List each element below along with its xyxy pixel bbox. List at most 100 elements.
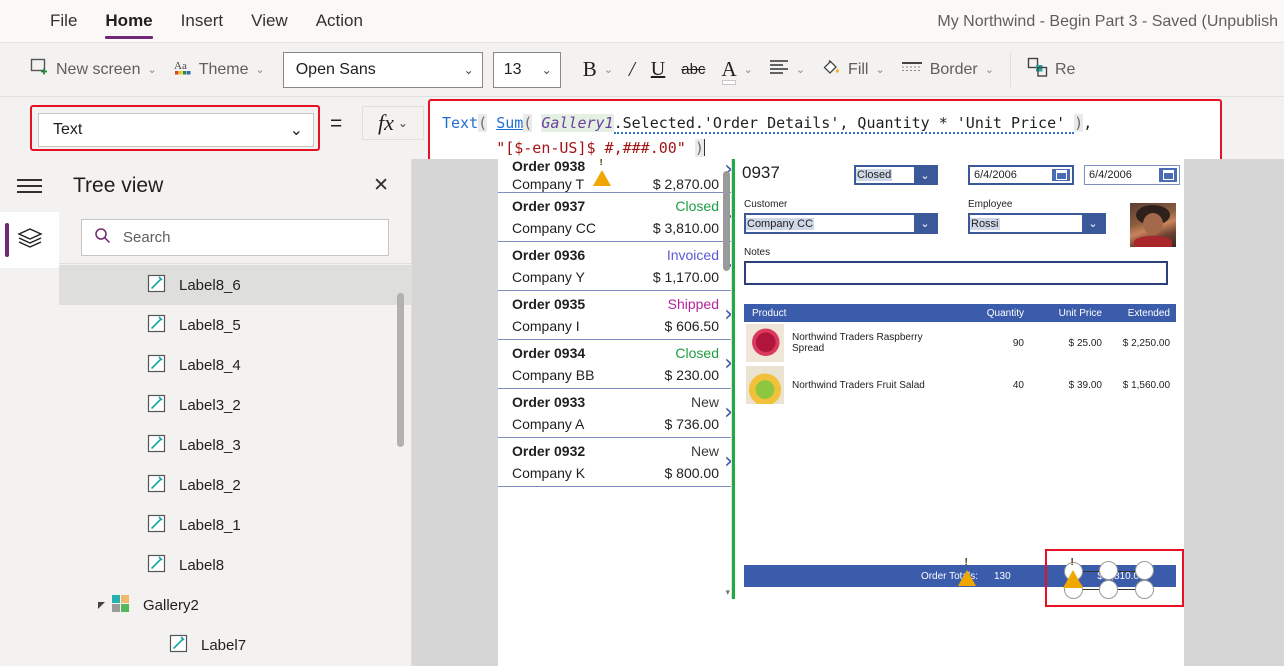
tree-view-scrollbar[interactable] <box>397 293 404 447</box>
layers-icon <box>16 227 43 254</box>
tree-node-label8_5[interactable]: Label8_5 <box>59 305 411 345</box>
tree-node-label7[interactable]: Label7 <box>59 625 411 665</box>
order-number: Order 0937 <box>512 198 586 214</box>
fill-button[interactable]: Fill ⌄ <box>813 52 893 88</box>
resize-handle-bottom-center[interactable] <box>1099 580 1118 599</box>
notes-input[interactable] <box>744 261 1168 285</box>
tree-node-label8_2[interactable]: Label8_2 <box>59 465 411 505</box>
font-size-select[interactable]: 13 ⌄ <box>492 51 561 88</box>
gallery-item[interactable]: Order 0938 Company T $ 2,870.00 › <box>498 159 731 193</box>
tree-node-label8_3[interactable]: Label8_3 <box>59 425 411 465</box>
formula-line-1: Text( Sum( Gallery1.Selected.'Order Deta… <box>442 111 1218 136</box>
order-details-table: Product Quantity Unit Price Extended Nor… <box>744 304 1176 406</box>
chevron-down-icon: ⌄ <box>463 62 474 77</box>
product-thumbnail-icon <box>746 324 784 362</box>
tree-node-label: Label3_2 <box>179 396 241 414</box>
chevron-down-icon[interactable]: ⌄ <box>147 63 156 76</box>
order-number: Order 0933 <box>512 394 586 410</box>
gallery-item[interactable]: Order 0933 New Company A $ 736.00 › <box>498 389 731 438</box>
gallery-item[interactable]: Order 0934 Closed Company BB $ 230.00 › <box>498 340 731 389</box>
hamburger-menu-button[interactable] <box>0 159 59 212</box>
required-date-field[interactable]: 6/4/2006 <box>1084 165 1180 185</box>
strikethrough-button[interactable]: abc <box>673 52 713 88</box>
tree-node-label3_2[interactable]: Label3_2 <box>59 385 411 425</box>
gallery-item-row-bottom: Company I $ 606.50 <box>512 315 719 337</box>
label-icon <box>147 274 166 297</box>
tree-node-label8_4[interactable]: Label8_4 <box>59 345 411 385</box>
formula-token-sum: Sum <box>496 114 524 132</box>
tree-node-label8[interactable]: Label8 <box>59 545 411 585</box>
search-input[interactable]: Search <box>81 219 389 256</box>
employee-dropdown[interactable]: Rossi ⌄ <box>968 213 1106 234</box>
menu-item-insert[interactable]: Insert <box>167 0 238 43</box>
order-amount: $ 3,810.00 <box>652 220 719 236</box>
quantity-cell: 90 <box>1012 337 1024 349</box>
theme-button[interactable]: Aa Theme ⌄ <box>165 52 273 88</box>
chevron-down-icon[interactable]: ⌄ <box>604 63 613 76</box>
chevron-down-icon[interactable]: ⌄ <box>744 63 753 76</box>
gallery-item[interactable]: Order 0936 Invoiced Company Y $ 1,170.00… <box>498 242 731 291</box>
status-dropdown[interactable]: Closed ⌄ <box>854 165 938 185</box>
resize-handle-bottom-right[interactable] <box>1135 580 1154 599</box>
resize-handle-top-center[interactable] <box>1099 561 1118 580</box>
text-caret <box>703 139 705 156</box>
gallery-scrollbar[interactable] <box>723 171 730 271</box>
gallery-item-row-bottom: Company BB $ 230.00 <box>512 364 719 386</box>
resize-handle-top-right[interactable] <box>1135 561 1154 580</box>
chevron-expand-icon[interactable] <box>95 600 109 610</box>
table-header-row: Product Quantity Unit Price Extended <box>744 304 1176 322</box>
table-row[interactable]: Northwind Traders Fruit Salad 40 $ 39.00… <box>744 364 1176 406</box>
order-amount: $ 1,170.00 <box>652 269 719 285</box>
font-color-button[interactable]: A ⌄ <box>713 52 760 88</box>
gallery-item[interactable]: Order 0937 Closed Company CC $ 3,810.00 … <box>498 193 731 242</box>
reorder-button[interactable]: Re <box>1019 52 1083 88</box>
gallery-item[interactable]: Order 0935 Shipped Company I $ 606.50 › <box>498 291 731 340</box>
order-status: New <box>690 394 719 410</box>
company-name: Company A <box>512 416 585 432</box>
table-row[interactable]: Northwind Traders Raspberry Spread 90 $ … <box>744 322 1176 364</box>
new-screen-button[interactable]: New screen ⌄ <box>22 52 165 88</box>
chevron-right-icon[interactable]: › <box>724 351 731 376</box>
border-button[interactable]: Border ⌄ <box>893 52 1002 88</box>
gallery-item-row-bottom: Company Y $ 1,170.00 <box>512 266 719 288</box>
chevron-right-icon[interactable]: › <box>724 449 731 474</box>
chevron-down-icon[interactable]: ⌄ <box>875 63 884 76</box>
theme-icon: Aa <box>173 58 192 82</box>
chevron-down-icon: ⌄ <box>914 167 936 183</box>
order-number: Order 0934 <box>512 345 586 361</box>
order-status: Invoiced <box>666 247 719 263</box>
order-amount: $ 800.00 <box>664 465 720 481</box>
gallery-item-row-bottom: Company T $ 2,870.00 <box>512 173 719 195</box>
align-button[interactable]: ⌄ <box>761 52 813 88</box>
menu-item-file[interactable]: File <box>36 0 91 43</box>
gallery-item[interactable]: Order 0932 New Company K $ 800.00 › <box>498 438 731 487</box>
italic-button[interactable]: / <box>621 52 643 88</box>
chevron-right-icon[interactable]: › <box>724 400 731 425</box>
rail-item-tree-view[interactable] <box>0 212 59 268</box>
chevron-down-icon[interactable]: ⌄ <box>985 63 994 76</box>
menu-item-action[interactable]: Action <box>302 0 377 43</box>
tree-node-gallery2[interactable]: Gallery2 <box>59 585 411 625</box>
order-date-field[interactable]: 6/4/2006 <box>968 165 1074 185</box>
font-family-select[interactable]: Open Sans ⌄ <box>282 51 483 88</box>
font-color-icon: A <box>721 57 737 85</box>
tree-node-label8_6[interactable]: Label8_6 <box>59 265 411 305</box>
column-header-extended: Extended <box>1127 307 1170 319</box>
scroll-down-icon[interactable]: ▾ <box>725 587 730 598</box>
property-select[interactable]: Text ⌄ <box>38 113 314 147</box>
fx-button[interactable]: fx ⌄ <box>362 106 424 140</box>
customer-dropdown[interactable]: Company CC ⌄ <box>744 213 938 234</box>
close-icon[interactable]: ✕ <box>373 176 389 195</box>
formula-bar[interactable]: Text( Sum( Gallery1.Selected.'Order Deta… <box>432 103 1218 167</box>
tree-node-label: Label8 <box>179 556 225 574</box>
bold-button[interactable]: B ⌄ <box>575 52 621 88</box>
menu-item-home[interactable]: Home <box>91 0 166 43</box>
chevron-right-icon[interactable]: › <box>724 302 731 327</box>
warning-icon <box>1063 553 1083 588</box>
menu-item-view[interactable]: View <box>237 0 302 43</box>
chevron-down-icon[interactable]: ⌄ <box>796 63 805 76</box>
tree-node-label8_1[interactable]: Label8_1 <box>59 505 411 545</box>
chevron-down-icon[interactable]: ⌄ <box>256 63 265 76</box>
underline-button[interactable]: U <box>643 52 673 88</box>
tree-node-label: Label8_2 <box>179 476 241 494</box>
